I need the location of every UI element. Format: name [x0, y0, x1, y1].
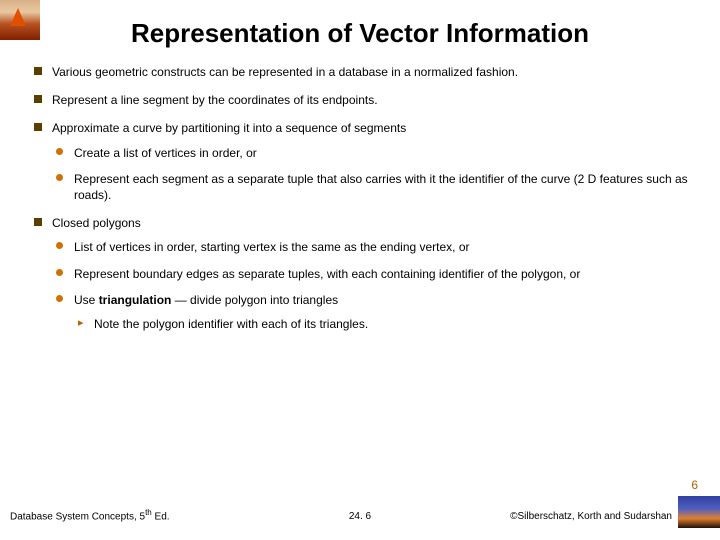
- bullet-text: Various geometric constructs can be repr…: [52, 65, 518, 79]
- slide-title: Representation of Vector Information: [0, 18, 720, 49]
- bullet-text: Note the polygon identifier with each of…: [94, 317, 368, 331]
- bullet-text: Create a list of vertices in order, or: [74, 146, 257, 160]
- bullet-text: Represent a line segment by the coordina…: [52, 93, 378, 107]
- bullet-item: Closed polygons List of vertices in orde…: [30, 215, 700, 332]
- slide-body: Various geometric constructs can be repr…: [30, 64, 700, 344]
- bullet-text: Represent boundary edges as separate tup…: [74, 267, 580, 281]
- sub-bullet-item: Use triangulation — divide polygon into …: [52, 292, 700, 332]
- footer-image: [678, 496, 720, 528]
- bullet-text-post: — divide polygon into triangles: [171, 293, 338, 307]
- bullet-text: Approximate a curve by partitioning it i…: [52, 121, 406, 135]
- footer: Database System Concepts, 5th Ed. 24. 6 …: [0, 500, 720, 528]
- sub-sub-bullet-item: Note the polygon identifier with each of…: [74, 316, 700, 332]
- sub-bullet-item: Represent boundary edges as separate tup…: [52, 266, 700, 282]
- bullet-item: Represent a line segment by the coordina…: [30, 92, 700, 108]
- bullet-item: Approximate a curve by partitioning it i…: [30, 120, 700, 203]
- bullet-text: Represent each segment as a separate tup…: [74, 172, 688, 202]
- bullet-item: Various geometric constructs can be repr…: [30, 64, 700, 80]
- bullet-text: List of vertices in order, starting vert…: [74, 240, 470, 254]
- bold-term: triangulation: [99, 293, 172, 307]
- page-number-badge: 6: [691, 478, 698, 492]
- slide: Representation of Vector Information Var…: [0, 0, 720, 540]
- sub-bullet-item: List of vertices in order, starting vert…: [52, 239, 700, 255]
- footer-right: ©Silberschatz, Korth and Sudarshan: [510, 511, 672, 522]
- sub-bullet-item: Represent each segment as a separate tup…: [52, 171, 700, 203]
- bullet-text: Closed polygons: [52, 216, 141, 230]
- sub-bullet-item: Create a list of vertices in order, or: [52, 145, 700, 161]
- bullet-text-pre: Use: [74, 293, 99, 307]
